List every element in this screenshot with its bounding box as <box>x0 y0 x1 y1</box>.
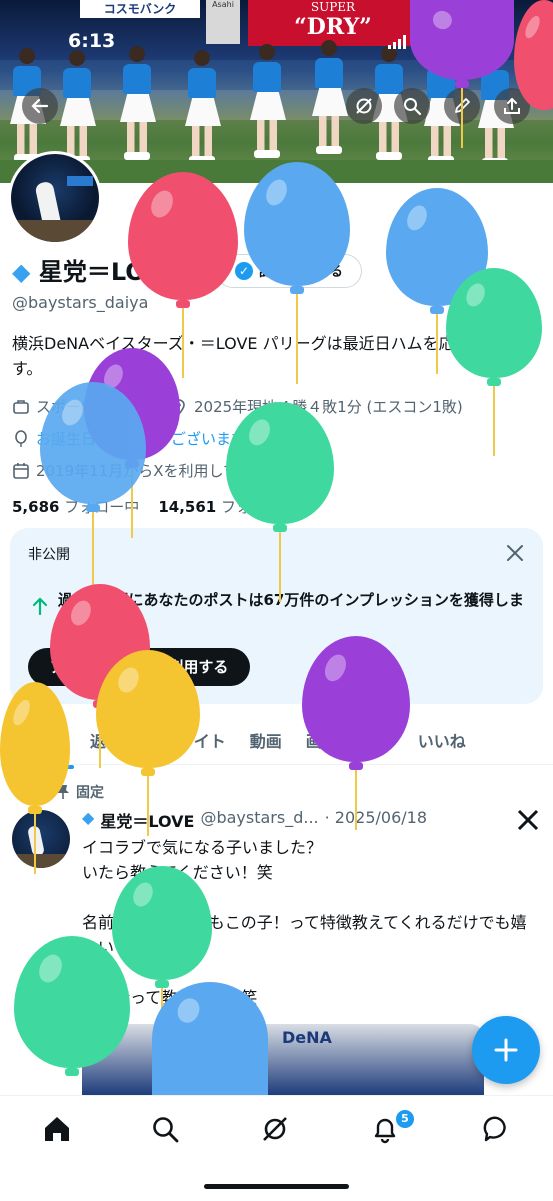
close-button[interactable] <box>504 542 526 564</box>
avatar-ground <box>11 220 99 242</box>
post-author-name[interactable]: 星党＝LOVE <box>100 808 194 832</box>
search-icon <box>404 98 422 116</box>
trend-up-icon <box>30 596 50 616</box>
verify-button-label: 認証を受ける <box>259 264 343 280</box>
bottom-navigation: 5 <box>0 1095 553 1201</box>
home-indicator <box>204 1184 349 1189</box>
meta-joined[interactable]: 2019年11月からXを利用しています › <box>12 460 295 481</box>
post-header: ◆ 星党＝LOVE @baystars_d... · 2025/06/18 <box>82 808 502 832</box>
pinned-indicator: 固定 <box>56 782 104 802</box>
tab-highlights[interactable]: ハイライト <box>134 728 238 752</box>
birthday-text: お誕生日おめでとうございます。 <box>36 430 260 448</box>
wifi-icon <box>430 32 452 48</box>
search-button[interactable] <box>394 88 430 124</box>
tab-videos[interactable]: 動画 <box>238 728 294 752</box>
post-text: イコラブで気になる子いました？ いたら教えてください！笑 名前分からなくてもこの… <box>82 838 527 1007</box>
diamond-icon: ◆ <box>82 808 95 827</box>
back-button[interactable] <box>22 88 58 124</box>
tab-articles[interactable]: 記事 <box>350 728 406 752</box>
messages-icon[interactable] <box>482 1114 512 1144</box>
performer <box>250 44 286 158</box>
banner-sign: コスモバンク <box>80 0 200 18</box>
home-icon[interactable] <box>42 1114 72 1144</box>
meta-birthday: お誕生日おめでとうございます。 <box>12 428 260 449</box>
location-text: 2025年現地４勝４敗1分 (エスコン1敗) <box>194 398 463 416</box>
meta-location: 2025年現地４勝４敗1分 (エスコン1敗) <box>170 396 463 417</box>
private-label: 非公開 <box>28 547 70 563</box>
share-button[interactable] <box>494 88 530 124</box>
following-link[interactable]: 5,686 フォロー中 <box>12 498 139 516</box>
avatar-scoreboard <box>67 176 93 186</box>
performer <box>185 50 221 164</box>
meta-category: スポーツリーグ <box>12 396 141 417</box>
category-text: スポーツリーグ <box>36 398 141 416</box>
back-arrow-icon <box>31 98 49 114</box>
grok-button[interactable] <box>346 88 382 124</box>
verified-badge-icon: ✓ <box>235 262 253 280</box>
grok-icon[interactable] <box>260 1114 290 1144</box>
post-date: · 2025/06/18 <box>324 808 427 827</box>
diamond-icon: ◆ <box>12 258 31 286</box>
performer <box>120 46 156 160</box>
profile-name: 星党＝LOVE <box>38 258 180 286</box>
notifications-icon[interactable]: 5 <box>370 1108 416 1144</box>
avatar[interactable] <box>8 151 102 245</box>
verify-button[interactable]: ✓ 認証を受ける <box>216 254 362 288</box>
notification-badge: 5 <box>394 1108 416 1130</box>
profile-tabs: ポスト 返信 ハイライト 動画 画像 記事 いいね <box>0 716 553 769</box>
tab-photos[interactable]: 画像 <box>294 728 350 752</box>
pencil-icon <box>455 98 470 113</box>
joined-text: 2019年11月からXを利用しています <box>36 462 284 480</box>
grok-icon <box>356 98 372 114</box>
profile-name-row: ◆ 星党＝LOVE <box>12 252 180 287</box>
status-time: 6:13 <box>68 30 116 52</box>
impressions-message: 過去7日間にあなたのポストは67万件のインプレッションを獲得しました <box>58 591 524 633</box>
pin-icon <box>57 785 69 799</box>
plus-icon <box>494 1038 518 1062</box>
briefcase-icon <box>13 399 29 414</box>
post-image[interactable]: DeNA <box>82 1024 484 1096</box>
chevron-right-icon: › <box>289 461 296 480</box>
analytics-card: 非公開 過去7日間にあなたのポストは67万件のインプレッションを獲得しました ア… <box>10 528 543 704</box>
signal-icon <box>388 34 406 49</box>
balloon-icon <box>15 429 27 447</box>
edit-button[interactable] <box>444 88 480 124</box>
location-pin-icon <box>173 398 185 415</box>
share-icon <box>504 97 520 114</box>
tab-posts[interactable]: ポスト <box>0 728 78 769</box>
tab-replies[interactable]: 返信 <box>78 728 134 752</box>
followers-link[interactable]: 14,561 フォロワー <box>158 498 296 516</box>
calendar-icon <box>13 462 29 479</box>
post-author-handle: @baystars_d... <box>200 808 319 827</box>
banner-can: Asahi <box>206 0 240 44</box>
x-logo-icon[interactable] <box>516 808 540 832</box>
performer <box>60 50 96 164</box>
performer <box>312 40 348 154</box>
search-icon[interactable] <box>150 1114 180 1144</box>
post-image-text: DeNA <box>282 1028 332 1047</box>
profile-handle: @baystars_daiya <box>12 293 149 312</box>
follow-stats: 5,686 フォロー中 14,561 フォロワー <box>12 496 296 517</box>
compose-button[interactable] <box>472 1016 540 1084</box>
analytics-button[interactable]: アナリティクスを利用する <box>28 648 251 686</box>
profile-bio: 横浜DeNAベイスターズ・＝LOVE パリーグは最近日ハムを応援しています。 <box>12 334 535 378</box>
battery-indicator: 100 <box>462 30 498 50</box>
close-icon <box>507 545 523 561</box>
tab-likes[interactable]: いいね <box>406 728 478 752</box>
post-avatar[interactable] <box>12 810 70 868</box>
